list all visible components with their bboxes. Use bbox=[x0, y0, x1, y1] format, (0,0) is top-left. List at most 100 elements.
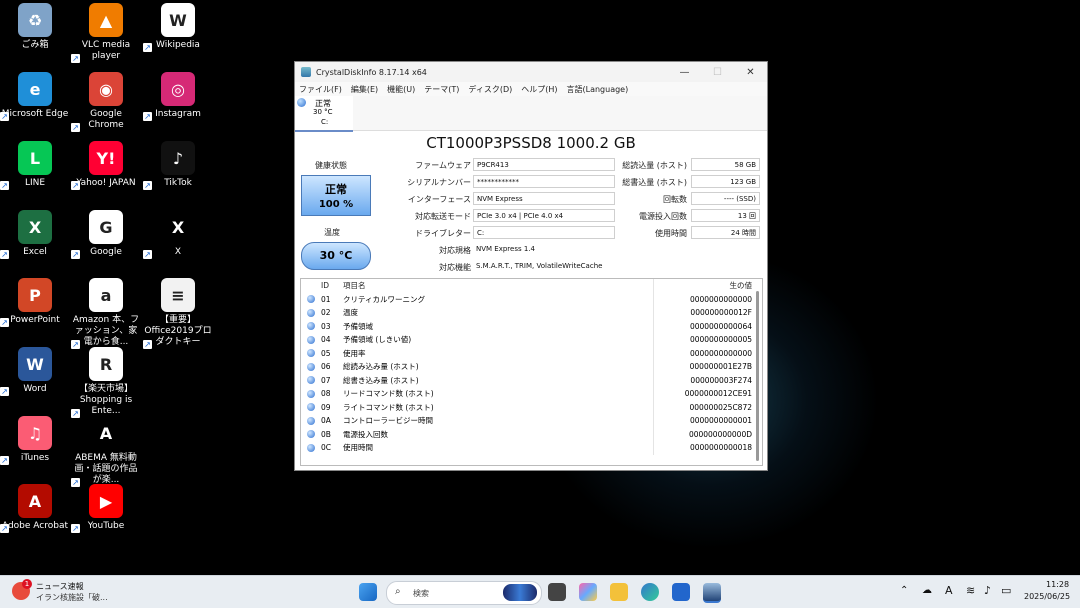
menu-disk[interactable]: ディスク(D) bbox=[468, 84, 512, 95]
smart-row[interactable]: 09 ライトコマンド数 (ホスト) 000000025C872 bbox=[301, 400, 762, 414]
desktop-icon-office2019-key-file[interactable]: ↗ ≡ 【重要】Office2019プロダクトキー bbox=[143, 278, 212, 349]
desktop-icon-tiktok[interactable]: ↗ ♪ TikTok bbox=[143, 141, 212, 190]
desktop-icon-adobe-acrobat[interactable]: ↗ A Adobe Acrobat bbox=[0, 484, 69, 533]
ime-indicator[interactable]: A bbox=[945, 584, 953, 597]
shortcut-arrow-icon: ↗ bbox=[0, 456, 9, 465]
smart-status-dot-icon bbox=[307, 389, 315, 398]
standard-value: NVM Express 1.4 bbox=[476, 245, 535, 253]
tray-chevron-icon[interactable]: ⌃ bbox=[900, 585, 908, 596]
news-title[interactable]: ニュース速報 bbox=[36, 581, 84, 592]
file-explorer-icon[interactable] bbox=[610, 583, 628, 601]
edge-taskbar-icon[interactable] bbox=[641, 583, 659, 601]
smart-header-name[interactable]: 項目名 bbox=[343, 279, 654, 293]
smart-row[interactable]: 0C 使用時間 0000000000018 bbox=[301, 441, 762, 455]
volume-icon[interactable]: ♪ bbox=[984, 584, 991, 597]
smart-status-dot-icon bbox=[307, 362, 315, 371]
desktop-icon-google-chrome[interactable]: ↗ ◉ Google Chrome bbox=[71, 72, 140, 132]
smart-row-name: リードコマンド数 (ホスト) bbox=[343, 387, 654, 401]
maximize-button[interactable]: ☐ bbox=[701, 67, 734, 78]
desktop-icon-word[interactable]: ↗ W Word bbox=[0, 347, 69, 396]
crystaldiskinfo-taskbar-icon[interactable] bbox=[703, 583, 721, 603]
desktop-icon-microsoft-edge[interactable]: ↗ e Microsoft Edge bbox=[0, 72, 69, 121]
smart-row[interactable]: 02 温度 000000000012F bbox=[301, 306, 762, 320]
desktop-icon-label: ごみ箱 bbox=[21, 40, 49, 50]
smart-scrollbar[interactable] bbox=[756, 291, 759, 461]
smart-row-raw: 0000000000001 bbox=[689, 416, 752, 426]
features-label: 対応機能 bbox=[439, 263, 471, 272]
smart-status-dot-icon bbox=[307, 376, 315, 385]
wifi-icon[interactable]: ≋ bbox=[966, 584, 975, 597]
desktop-icon-yahoo-japan[interactable]: ↗ Y! Yahoo! JAPAN bbox=[71, 141, 140, 190]
menu-function[interactable]: 機能(U) bbox=[387, 84, 415, 95]
desktop-icon-powerpoint[interactable]: ↗ P PowerPoint bbox=[0, 278, 69, 327]
desktop-icon-line[interactable]: ↗ L LINE bbox=[0, 141, 69, 190]
temp-label: 温度 bbox=[324, 228, 340, 237]
taskbar-search[interactable]: ⌕ 検索 bbox=[386, 581, 542, 605]
smart-row-raw: 0000000000000 bbox=[689, 348, 752, 358]
desktop-icon-abema[interactable]: ↗ A ABEMA 無料動画・話題の作品が楽... bbox=[71, 416, 140, 487]
smart-row[interactable]: 03 予備領域 0000000000064 bbox=[301, 319, 762, 333]
smart-row[interactable]: 05 使用率 0000000000000 bbox=[301, 346, 762, 360]
smart-status-dot-icon bbox=[307, 322, 315, 331]
smart-row-name: 使用率 bbox=[343, 346, 654, 360]
health-status-box[interactable]: 正常 100 % bbox=[301, 175, 371, 216]
desktop-icon-vlc[interactable]: ↗ ▲ VLC media player bbox=[71, 3, 140, 63]
shortcut-arrow-icon: ↗ bbox=[0, 524, 9, 533]
smart-header-id[interactable]: ID bbox=[321, 281, 343, 290]
task-view-icon[interactable] bbox=[548, 583, 566, 601]
firmware-value: P9CR413 bbox=[473, 158, 615, 171]
smart-row[interactable]: 0A コントローラービジー時間 0000000000001 bbox=[301, 414, 762, 428]
menu-file[interactable]: ファイル(F) bbox=[299, 84, 342, 95]
desktop-icon-label: Microsoft Edge bbox=[1, 109, 69, 119]
clock-date[interactable]: 2025/06/25 bbox=[1024, 592, 1070, 601]
menu-help[interactable]: ヘルプ(H) bbox=[521, 84, 557, 95]
smart-row-name: 温度 bbox=[343, 306, 654, 320]
smart-row[interactable]: 06 総読み込み量 (ホスト) 000000001E27B bbox=[301, 360, 762, 374]
smart-table[interactable]: ID 項目名 生の値 01 クリティカルワーニング 0000000000000 02 温… bbox=[300, 278, 763, 466]
smart-row[interactable]: 04 予備領域 (しきい値) 0000000000005 bbox=[301, 333, 762, 347]
desktop-icon-amazon[interactable]: ↗ a Amazon 本、ファッション、家電から食... bbox=[71, 278, 140, 349]
minimize-button[interactable]: — bbox=[668, 67, 701, 78]
desktop-icon-x[interactable]: ↗ X X bbox=[143, 210, 212, 259]
office2019-key-file-icon: ≡ bbox=[161, 278, 195, 312]
smart-row[interactable]: 08 リードコマンド数 (ホスト) 0000000012CE91 bbox=[301, 387, 762, 401]
smart-row[interactable]: 01 クリティカルワーニング 0000000000000 bbox=[301, 292, 762, 306]
rakuten-icon: R bbox=[89, 347, 123, 381]
excel-icon: X bbox=[18, 210, 52, 244]
shortcut-arrow-icon: ↗ bbox=[0, 181, 9, 190]
menu-bar: ファイル(F) 編集(E) 機能(U) テーマ(T) ディスク(D) ヘルプ(H… bbox=[295, 82, 767, 96]
desktop-icon-label: 【楽天市場】Shopping is Ente... bbox=[78, 384, 133, 416]
shortcut-arrow-icon: ↗ bbox=[0, 318, 9, 327]
battery-icon[interactable]: ▭ bbox=[1001, 584, 1011, 597]
desktop-icon-instagram[interactable]: ↗ ◎ Instagram bbox=[143, 72, 212, 121]
smart-header-raw[interactable]: 生の値 bbox=[654, 280, 756, 291]
desktop-icon-wikipedia[interactable]: ↗ W Wikipedia bbox=[143, 3, 212, 52]
smart-status-dot-icon bbox=[307, 349, 315, 358]
tray-cloud-icon[interactable]: ☁ bbox=[922, 585, 932, 596]
temperature-box[interactable]: 30 °C bbox=[301, 242, 371, 270]
wikipedia-icon: W bbox=[161, 3, 195, 37]
desktop-icon-label: LINE bbox=[24, 178, 46, 188]
smart-row-raw: 0000000012CE91 bbox=[684, 389, 752, 399]
desktop-icon-excel[interactable]: ↗ X Excel bbox=[0, 210, 69, 259]
store-icon[interactable] bbox=[672, 583, 690, 601]
desktop-icon-recycle-bin[interactable]: ♻ ごみ箱 bbox=[1, 3, 69, 51]
close-button[interactable]: ✕ bbox=[734, 67, 767, 78]
smart-row[interactable]: 07 総書き込み量 (ホスト) 000000003F274 bbox=[301, 373, 762, 387]
search-placeholder: 検索 bbox=[413, 589, 429, 598]
title-bar[interactable]: CrystalDiskInfo 8.17.14 x64 — ☐ ✕ bbox=[295, 62, 767, 82]
clock-time[interactable]: 11:28 bbox=[1046, 580, 1069, 589]
menu-edit[interactable]: 編集(E) bbox=[351, 84, 378, 95]
desktop-icon-youtube[interactable]: ↗ ▶ YouTube bbox=[71, 484, 140, 533]
desktop-icon-google[interactable]: ↗ G Google bbox=[71, 210, 140, 259]
news-subtitle[interactable]: イラン核施設「破... bbox=[36, 592, 108, 603]
start-button[interactable] bbox=[359, 583, 377, 601]
desktop-icon-itunes[interactable]: ↗ ♫ iTunes bbox=[0, 416, 69, 465]
menu-language[interactable]: 言語(Language) bbox=[567, 84, 629, 95]
smart-row[interactable]: 0B 電源投入回数 000000000000D bbox=[301, 427, 762, 441]
smart-status-dot-icon bbox=[307, 335, 315, 344]
menu-theme[interactable]: テーマ(T) bbox=[424, 84, 459, 95]
desktop-icon-rakuten[interactable]: ↗ R 【楽天市場】Shopping is Ente... bbox=[71, 347, 140, 418]
copilot-icon[interactable] bbox=[579, 583, 597, 601]
drive-tab-c[interactable]: 正常 30 °C C: bbox=[295, 96, 353, 132]
